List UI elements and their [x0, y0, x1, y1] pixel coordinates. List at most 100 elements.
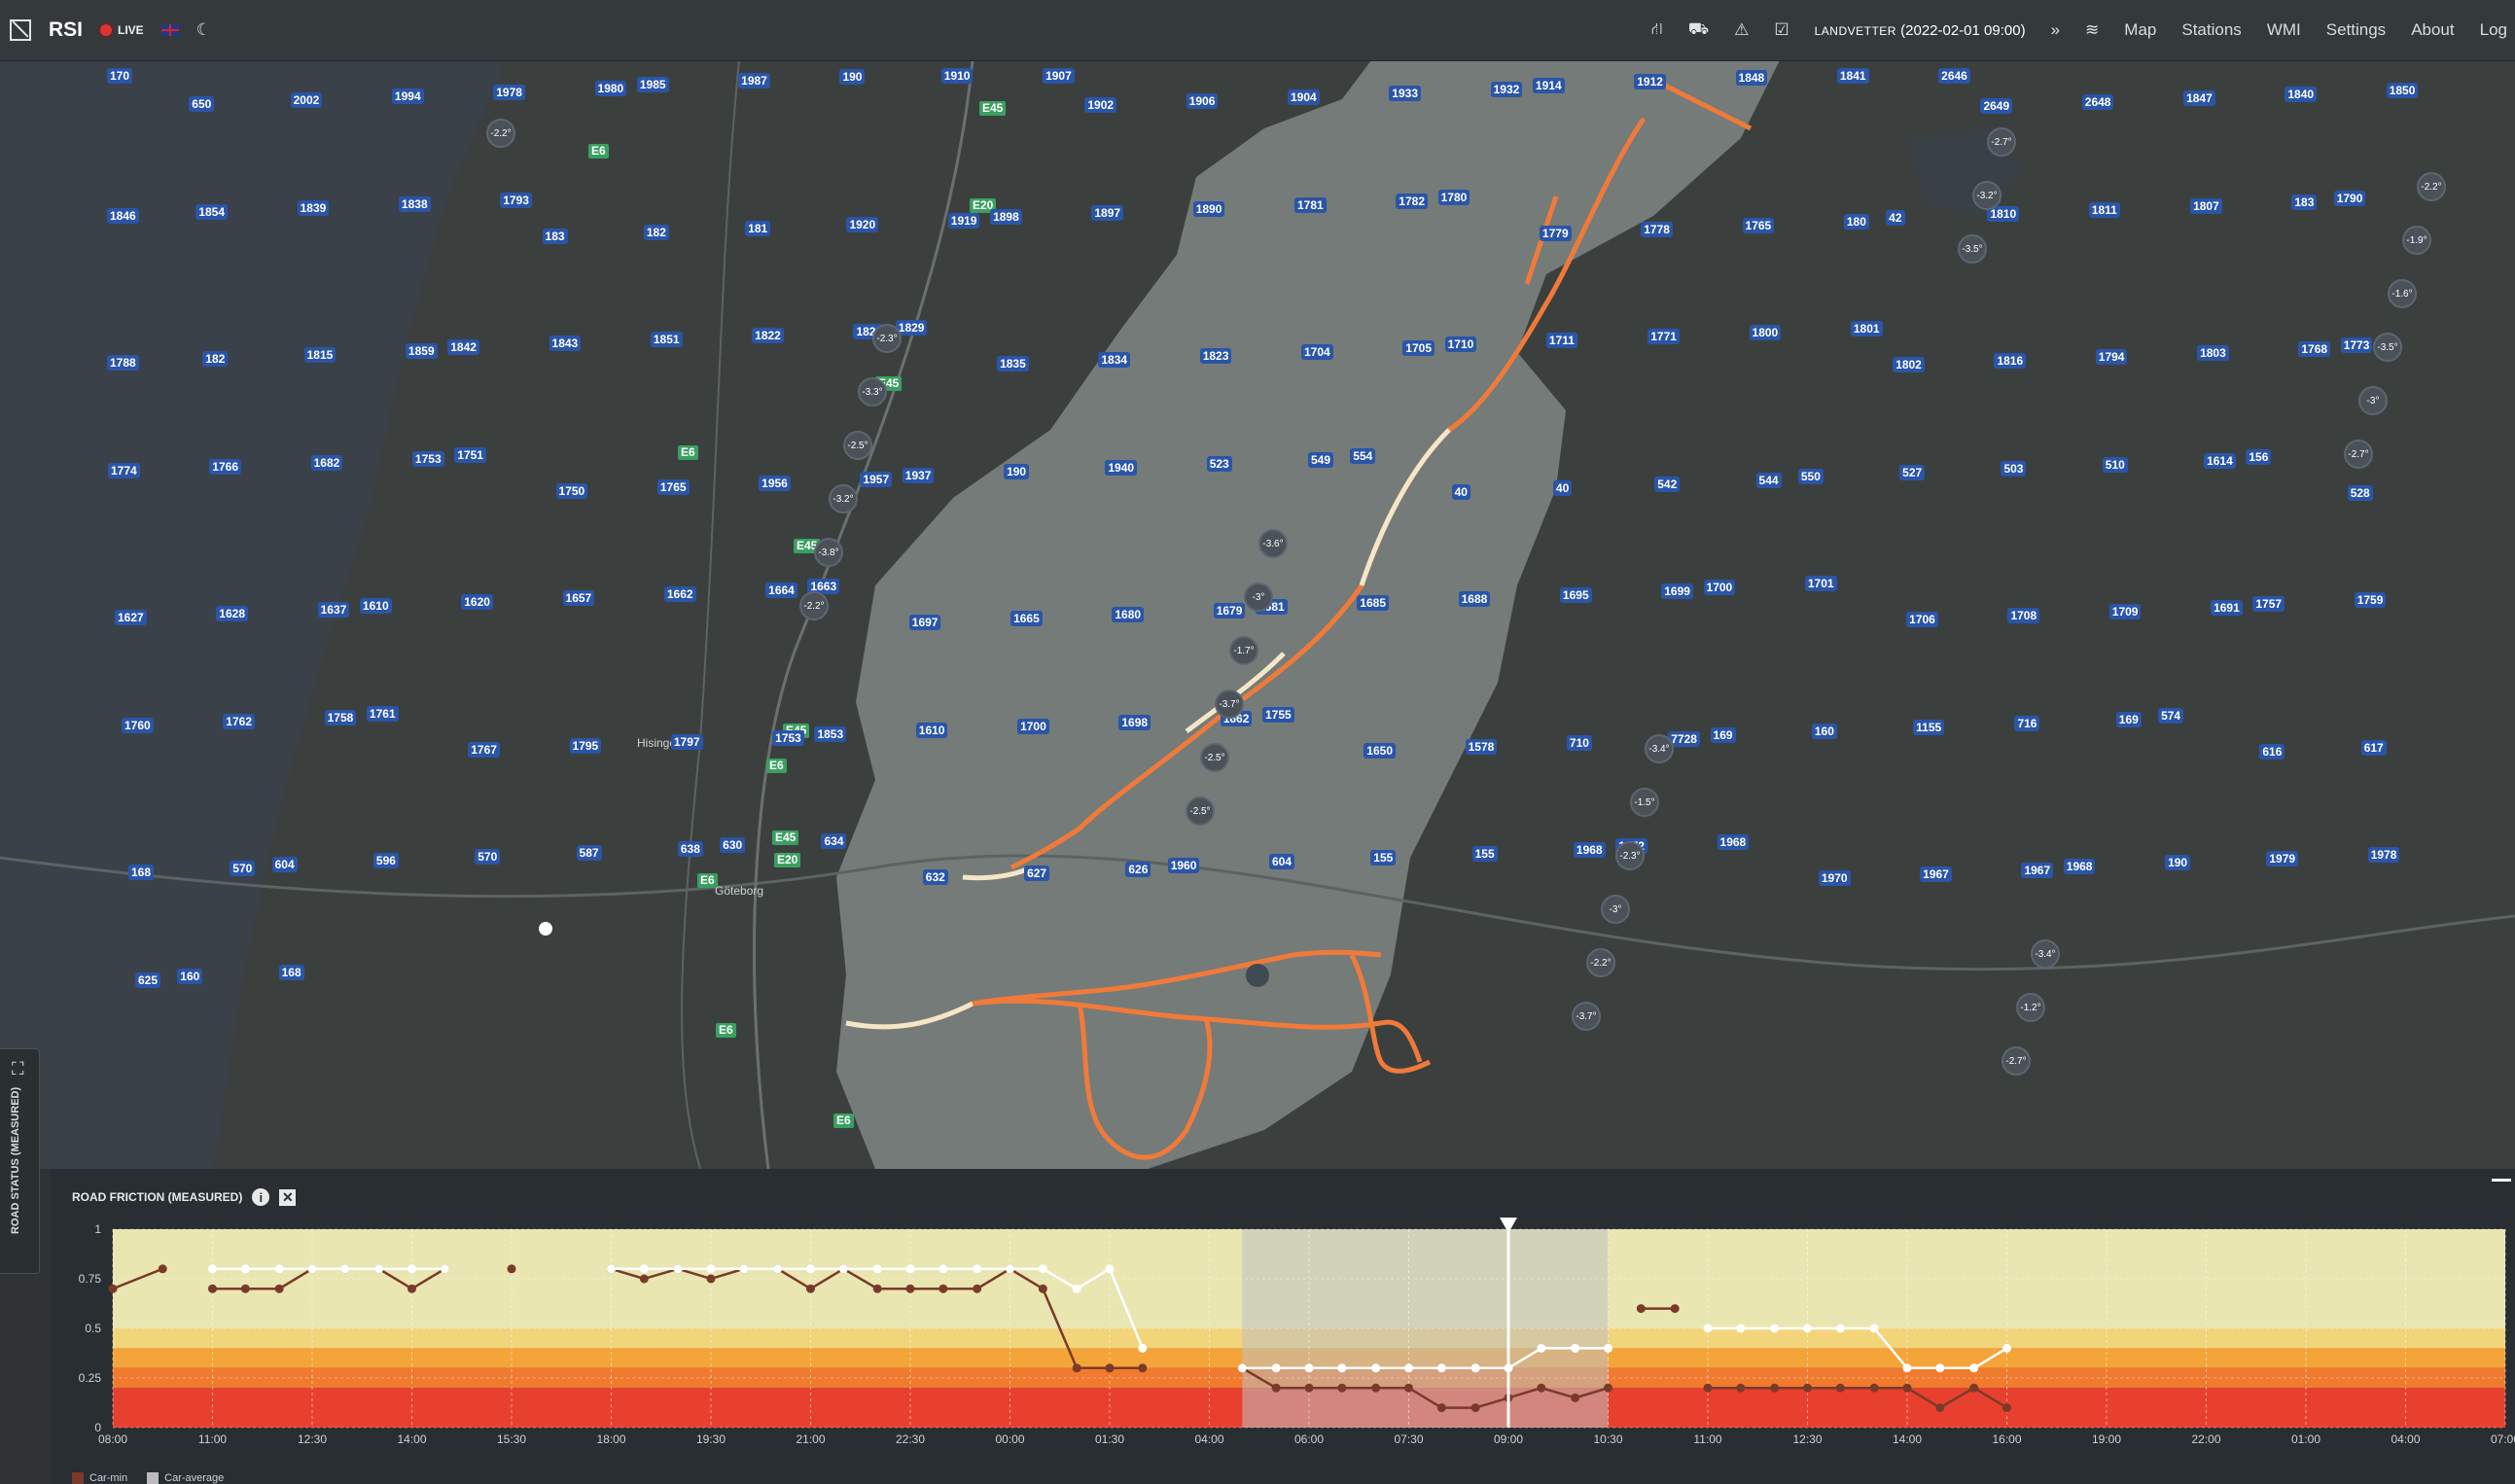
temperature-marker[interactable]: -3.5° [1958, 234, 1987, 264]
expand-icon[interactable]: ⛶ [12, 1059, 24, 1079]
station-label[interactable]: 1779 [1539, 225, 1572, 241]
station-label[interactable]: 1680 [1112, 607, 1145, 622]
data-point-car-min[interactable] [1902, 1383, 1912, 1393]
station-label[interactable]: 1753 [411, 450, 444, 467]
data-point-car-average[interactable] [1969, 1363, 1979, 1373]
data-point-car-min[interactable] [208, 1284, 217, 1293]
temperature-marker[interactable]: -2.2° [486, 119, 515, 148]
station-label[interactable]: 650 [189, 96, 215, 112]
data-point-car-min[interactable] [1138, 1363, 1148, 1373]
data-point-car-min[interactable] [1869, 1383, 1879, 1393]
station-label[interactable]: 1627 [115, 610, 147, 625]
legend-item-car-min[interactable]: Car-min [72, 1472, 127, 1484]
station-label[interactable]: 1970 [1818, 870, 1851, 886]
station-label[interactable]: 1753 [772, 729, 804, 746]
data-point-car-min[interactable] [905, 1284, 915, 1293]
station-label[interactable]: 1758 [324, 709, 357, 725]
nav-map[interactable]: Map [2124, 20, 2156, 40]
station-label[interactable]: 528 [2347, 484, 2373, 501]
station-label[interactable]: 1685 [1357, 595, 1389, 611]
station-label[interactable]: 1781 [1294, 196, 1327, 213]
data-point-car-average[interactable] [1237, 1363, 1247, 1373]
station-label[interactable]: 1956 [759, 475, 791, 491]
station-label[interactable]: 604 [271, 857, 298, 872]
station-label[interactable]: 1650 [1364, 742, 1396, 759]
station-label[interactable]: 627 [1024, 866, 1050, 881]
data-point-car-average[interactable] [1902, 1363, 1912, 1373]
data-point-car-average[interactable] [1072, 1284, 1081, 1293]
station-label[interactable]: 1704 [1301, 344, 1333, 360]
station-label[interactable]: 155 [1370, 850, 1397, 866]
data-point-car-average[interactable] [208, 1264, 217, 1274]
station-label[interactable]: 1637 [317, 602, 350, 618]
layers-icon[interactable]: ≋ [2085, 20, 2099, 40]
temperature-marker[interactable]: -3.4° [2031, 939, 2060, 969]
station-label[interactable]: 2002 [290, 92, 323, 108]
data-point-car-average[interactable] [1006, 1264, 1014, 1274]
station-label[interactable]: 169 [2115, 711, 2142, 727]
station-label[interactable]: 1765 [1742, 217, 1775, 233]
station-label[interactable]: 1610 [359, 598, 392, 614]
station-label[interactable]: 1967 [1920, 866, 1952, 882]
temperature-marker[interactable]: -3.2° [829, 484, 858, 513]
temperature-marker[interactable]: -2.3° [872, 324, 902, 353]
station-label[interactable]: 510 [2102, 456, 2128, 473]
station-label[interactable]: 616 [2259, 743, 2285, 760]
data-point-car-min[interactable] [1636, 1304, 1646, 1314]
station-label[interactable]: 1782 [1396, 193, 1428, 209]
data-point-car-min[interactable] [1038, 1284, 1047, 1293]
data-point-car-average[interactable] [706, 1264, 716, 1274]
data-point-car-min[interactable] [1105, 1363, 1115, 1373]
station-label[interactable]: 40 [1451, 483, 1470, 500]
data-point-car-min[interactable] [706, 1274, 716, 1284]
moon-icon[interactable]: ☾ [196, 20, 211, 40]
data-point-car-average[interactable] [1703, 1324, 1713, 1333]
station-label[interactable]: 1767 [468, 741, 500, 758]
station-label[interactable]: 1711 [1545, 333, 1577, 348]
data-point-car-min[interactable] [1571, 1393, 1580, 1402]
data-point-car-min[interactable] [1803, 1383, 1812, 1393]
station-label[interactable]: 1755 [1262, 706, 1294, 723]
nav-wmi[interactable]: WMI [2267, 20, 2301, 40]
map-canvas[interactable]: Hisingen Göteborg E45 E6 E20 E45 E6 E45 … [0, 60, 2515, 1169]
station-label[interactable]: 1750 [555, 482, 588, 499]
station-label[interactable]: 1706 [1906, 612, 1938, 627]
station-label[interactable]: 544 [1755, 472, 1782, 488]
temperature-marker[interactable]: -1.6° [2388, 279, 2417, 308]
station-label[interactable]: 1614 [2204, 452, 2236, 469]
data-point-car-average[interactable] [973, 1264, 982, 1274]
data-point-car-average[interactable] [2002, 1343, 2011, 1353]
station-label[interactable]: 1838 [398, 195, 431, 212]
temperature-marker[interactable]: -1.9° [2402, 226, 2431, 255]
live-toggle[interactable]: LIVE [100, 23, 144, 37]
location-marker[interactable] [539, 922, 552, 936]
station-label[interactable]: 1906 [1186, 93, 1219, 109]
station-label[interactable]: 1700 [1017, 718, 1049, 734]
data-point-car-average[interactable] [1571, 1343, 1580, 1353]
station-label[interactable]: 1774 [108, 462, 140, 478]
data-point-car-average[interactable] [1736, 1324, 1746, 1333]
station-label[interactable]: 1710 [1444, 336, 1477, 352]
data-point-car-min[interactable] [806, 1284, 815, 1293]
station-label[interactable]: 1665 [1010, 611, 1043, 626]
data-point-car-min[interactable] [1537, 1383, 1546, 1393]
station-marker[interactable] [1246, 964, 1269, 987]
data-point-car-average[interactable] [1470, 1363, 1480, 1373]
nav-stations[interactable]: Stations [2181, 20, 2241, 40]
station-label[interactable]: 1912 [1634, 74, 1666, 89]
data-point-car-average[interactable] [1935, 1363, 1945, 1373]
station-label[interactable]: 1968 [2063, 859, 2096, 874]
data-point-car-average[interactable] [1869, 1324, 1879, 1333]
data-point-car-average[interactable] [607, 1264, 616, 1274]
station-label[interactable]: 42 [1886, 209, 1905, 226]
station-label[interactable]: 1968 [1717, 834, 1750, 850]
station-label[interactable]: 1940 [1105, 459, 1138, 476]
data-point-car-average[interactable] [307, 1264, 317, 1274]
temperature-marker[interactable]: -3° [2358, 386, 2388, 415]
data-point-car-min[interactable] [1670, 1304, 1680, 1314]
station-label[interactable]: 1841 [1836, 68, 1869, 84]
station-label[interactable]: 527 [1899, 464, 1926, 480]
station-label[interactable]: 1839 [297, 199, 330, 216]
temperature-marker[interactable]: -3.2° [1972, 181, 2001, 210]
station-label[interactable]: 170 [107, 68, 133, 84]
